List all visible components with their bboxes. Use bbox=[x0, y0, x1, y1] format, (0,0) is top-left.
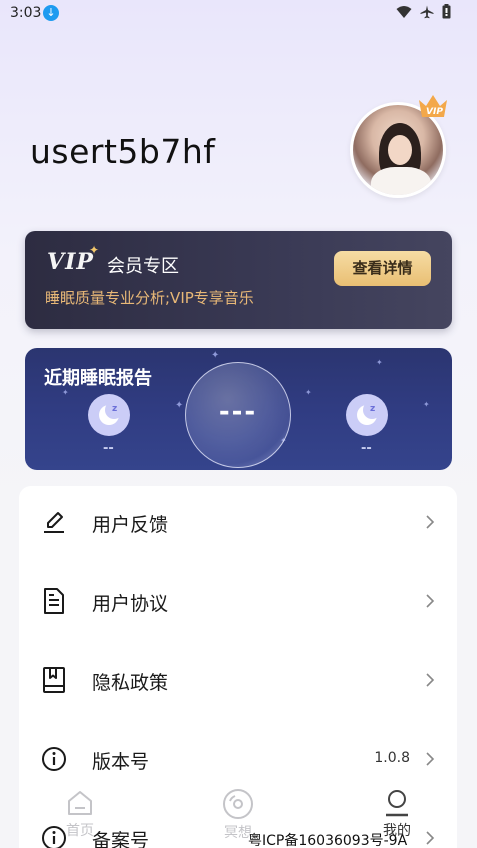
moon-icon: z bbox=[88, 394, 130, 436]
sparkle-icon: ✦ bbox=[376, 358, 383, 367]
download-icon: ↓ bbox=[43, 5, 59, 21]
wifi-icon bbox=[396, 5, 412, 18]
avatar-container[interactable]: VIP bbox=[350, 95, 447, 198]
nav-tab-home[interactable]: 首页 bbox=[45, 788, 115, 840]
icp-record-number: 粤ICP备16036093号-9A bbox=[248, 833, 408, 848]
menu-item-label: 用户反馈 bbox=[92, 514, 169, 536]
sparkle-icon: ✦ bbox=[211, 350, 220, 361]
sparkle-icon: ✦ bbox=[423, 400, 430, 409]
edit-pen-icon bbox=[44, 512, 64, 533]
version-value: 1.0.8 bbox=[374, 750, 410, 766]
moon-icon: z bbox=[346, 394, 388, 436]
sparkle-icon: ✦ bbox=[305, 388, 312, 397]
menu-item-label: 用户协议 bbox=[92, 593, 169, 615]
status-bar: 3:03 ↓ bbox=[0, 0, 477, 28]
menu-item-feedback[interactable]: 用户反馈 bbox=[19, 486, 457, 565]
vip-badge-text: VIP bbox=[426, 107, 443, 117]
user-icon bbox=[386, 790, 408, 817]
vip-title: 会员专区 bbox=[107, 256, 179, 277]
document-icon bbox=[44, 588, 64, 614]
chevron-right-icon bbox=[426, 594, 435, 608]
username: usert5b7hf bbox=[30, 132, 216, 171]
disc-icon bbox=[223, 789, 253, 819]
menu-item-user-agreement[interactable]: 用户协议 bbox=[19, 565, 457, 644]
vip-card[interactable]: VIP ✦ 会员专区 睡眠质量专业分析;VIP专享音乐 查看详情 bbox=[25, 231, 452, 329]
right-sleep-value: -- bbox=[361, 441, 372, 456]
vip-subtitle: 睡眠质量专业分析;VIP专享音乐 bbox=[45, 289, 254, 307]
chevron-right-icon bbox=[426, 752, 435, 766]
sleep-report-title: 近期睡眠报告 bbox=[44, 368, 152, 389]
chevron-right-icon bbox=[426, 673, 435, 687]
battery-icon bbox=[442, 4, 451, 19]
sleep-score-globe: --- bbox=[185, 362, 291, 468]
vip-crown-icon: VIP bbox=[419, 95, 447, 117]
sparkle-icon: ✦ bbox=[175, 400, 184, 411]
menu-item-privacy-policy[interactable]: 隐私政策 bbox=[19, 644, 457, 723]
sleep-report-card[interactable]: 近期睡眠报告 ✦ ✦ ✦ ✦ ✦ ✦ ✦ z -- --- z -- bbox=[25, 348, 452, 470]
nav-label: 首页 bbox=[66, 823, 94, 839]
vip-logo: VIP bbox=[47, 249, 94, 275]
status-icons bbox=[396, 4, 451, 19]
menu-item-label: 隐私政策 bbox=[92, 672, 169, 694]
chevron-right-icon bbox=[426, 515, 435, 529]
info-icon bbox=[42, 747, 66, 771]
book-icon bbox=[43, 667, 65, 693]
home-icon bbox=[68, 791, 92, 815]
star-icon: ✦ bbox=[89, 243, 100, 257]
airplane-icon bbox=[420, 5, 434, 18]
sparkle-icon: ✦ bbox=[62, 388, 69, 397]
view-details-button[interactable]: 查看详情 bbox=[334, 251, 431, 286]
status-time: 3:03 bbox=[10, 5, 42, 21]
left-sleep-value: -- bbox=[103, 441, 114, 456]
menu-item-label: 版本号 bbox=[92, 751, 150, 773]
sleep-score: --- bbox=[218, 397, 258, 427]
